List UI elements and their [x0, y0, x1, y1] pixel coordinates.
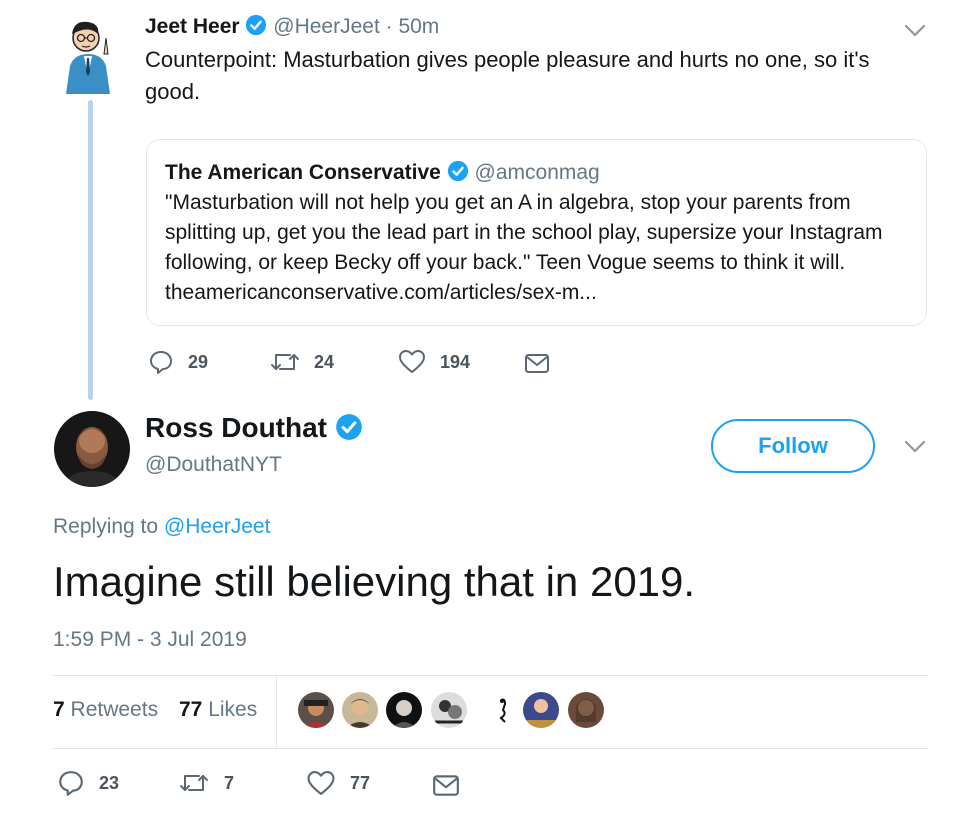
parent-tweet-menu[interactable]	[904, 24, 926, 43]
liker-photo-icon	[568, 692, 604, 728]
likes-stat[interactable]: 77 Likes	[179, 698, 257, 722]
parent-reply-count: 29	[188, 351, 209, 372]
retweets-stat-label: Retweets	[70, 698, 159, 721]
liker-photo-icon	[298, 692, 334, 728]
profile-photo-icon	[54, 411, 130, 487]
verified-badge-icon	[335, 414, 362, 440]
liker-avatar[interactable]	[431, 692, 467, 728]
parent-author-name[interactable]: Jeet Heer	[145, 15, 240, 38]
parent-like-count: 194	[440, 351, 471, 372]
quoted-tweet-text: "Masturbation will not help you get an A…	[165, 191, 883, 304]
retweet-icon	[271, 354, 299, 370]
replying-to-prefix: Replying to	[53, 515, 159, 538]
jeet-heer-avatar[interactable]	[60, 16, 116, 94]
parent-retweet-button[interactable]: 24	[270, 349, 334, 375]
liker-photo-icon	[485, 692, 521, 728]
reply-icon	[59, 771, 83, 796]
quoted-tweet-header: The American Conservative @amconmag	[165, 160, 600, 185]
stats-separator	[276, 676, 277, 748]
main-retweet-count: 7	[224, 772, 235, 793]
likes-stat-count: 77	[179, 698, 203, 721]
parent-author-handle[interactable]: @HeerJeet	[273, 15, 380, 38]
main-reply-button[interactable]: 23	[57, 769, 119, 797]
heart-icon	[307, 771, 335, 795]
stats-divider-top	[53, 675, 928, 676]
stats-divider-bottom	[53, 748, 928, 749]
parent-tweet-time[interactable]: · 50m	[386, 15, 440, 38]
envelope-icon	[433, 775, 459, 796]
ross-douthat-avatar[interactable]	[54, 411, 130, 487]
retweet-icon	[180, 775, 208, 791]
parent-like-button[interactable]: 194	[398, 349, 470, 375]
main-dm-button[interactable]	[432, 772, 460, 798]
main-retweet-button[interactable]: 7	[178, 770, 234, 796]
main-reply-count: 23	[99, 772, 120, 793]
liker-avatar[interactable]	[342, 692, 378, 728]
follow-button[interactable]: Follow	[711, 419, 875, 473]
main-tweet-menu[interactable]	[904, 440, 926, 459]
main-author-row: Ross Douthat	[145, 412, 363, 444]
liker-photo-icon	[342, 692, 378, 728]
replying-to-handle-link[interactable]: @HeerJeet	[164, 515, 271, 538]
quoted-author-handle: @amconmag	[474, 161, 600, 184]
retweets-stat[interactable]: 7 Retweets	[53, 698, 158, 722]
likes-stat-label: Likes	[208, 698, 258, 721]
main-author-name[interactable]: Ross Douthat	[145, 412, 327, 443]
parent-retweet-count: 24	[314, 351, 335, 372]
parent-tweet-text: Counterpoint: Masturbation gives people …	[145, 47, 870, 104]
verified-badge-icon	[246, 14, 267, 36]
main-author-handle[interactable]: @DouthatNYT	[145, 453, 282, 477]
main-like-button[interactable]: 77	[306, 770, 370, 797]
liker-photo-icon	[386, 692, 422, 728]
replying-to-line: Replying to @HeerJeet	[53, 515, 270, 539]
parent-reply-button[interactable]: 29	[148, 349, 208, 375]
reply-icon	[150, 351, 172, 374]
liker-avatar[interactable]	[568, 692, 604, 728]
parent-tweet-header: Jeet Heer @HeerJeet · 50m	[145, 14, 439, 39]
liker-avatar[interactable]	[523, 692, 559, 728]
quoted-tweet-card[interactable]: The American Conservative @amconmag "Mas…	[146, 139, 927, 326]
quoted-author-name: The American Conservative	[165, 161, 441, 184]
liker-avatar[interactable]	[386, 692, 422, 728]
main-like-count: 77	[350, 773, 371, 793]
main-tweet-text: Imagine still believing that in 2019.	[53, 558, 696, 605]
liker-photo-icon	[431, 692, 467, 728]
liker-avatar[interactable]	[485, 692, 521, 728]
chevron-down-icon	[904, 24, 926, 37]
liker-avatar[interactable]	[298, 692, 334, 728]
liker-photo-icon	[523, 692, 559, 728]
envelope-icon	[525, 354, 549, 373]
verified-badge-icon	[447, 160, 468, 182]
heart-icon	[399, 350, 425, 373]
chevron-down-icon	[904, 440, 926, 453]
retweets-stat-count: 7	[53, 698, 65, 721]
parent-dm-button[interactable]	[524, 351, 550, 375]
main-tweet-timestamp[interactable]: 1:59 PM - 3 Jul 2019	[53, 628, 247, 652]
thread-connector-line	[88, 100, 93, 400]
cartoon-man-icon	[66, 21, 110, 94]
